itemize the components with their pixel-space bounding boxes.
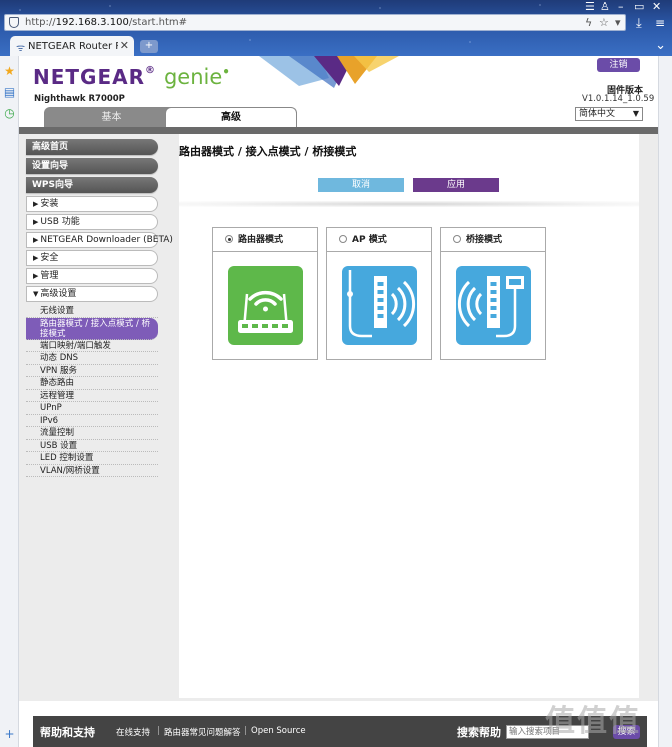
nav-security[interactable]: ▶ 安全 xyxy=(26,250,158,266)
subnav-led-control[interactable]: LED 控制设置 xyxy=(26,452,158,465)
subnav-ipv6[interactable]: IPv6 xyxy=(26,415,158,427)
history-clock-icon[interactable]: ◷ xyxy=(3,107,16,120)
mode-option-ap[interactable]: AP 模式 xyxy=(327,228,431,252)
wifi-icon: ᯤ xyxy=(16,43,26,54)
triangle-right-icon: ▶ xyxy=(33,200,39,208)
minimize-icon[interactable]: – xyxy=(618,0,624,13)
menu-icon[interactable]: ☰ xyxy=(585,0,595,13)
close-tab-icon[interactable]: ✕ xyxy=(120,39,129,52)
search-help-label: 搜索帮助 xyxy=(457,726,501,739)
new-tab-button[interactable]: + xyxy=(140,40,158,53)
main-panel: 路由器模式 / 接入点模式 / 桥接模式 取消 应用 路由器模式 AP 模式 桥… xyxy=(179,134,639,698)
subnav-vlan-bridge[interactable]: VLAN/网桥设置 xyxy=(26,465,158,477)
address-bar[interactable]: http://192.168.3.100/start.htm# ϟ ☆ ▾ xyxy=(4,14,626,31)
subnav-usb-settings[interactable]: USB 设置 xyxy=(26,440,158,452)
radio-button[interactable] xyxy=(339,235,347,243)
browser-menu-icon[interactable]: ≡ xyxy=(655,16,665,30)
shirt-icon[interactable]: ♙ xyxy=(600,0,610,13)
dropdown-icon[interactable]: ▾ xyxy=(615,16,621,29)
browser-tab-active[interactable]: ᯤ NETGEAR Router R7000P ✕ xyxy=(10,36,134,56)
reading-list-icon[interactable]: ▤ xyxy=(3,86,16,99)
radio-button[interactable] xyxy=(453,235,461,243)
add-icon[interactable]: + xyxy=(3,728,16,741)
download-icon[interactable]: ⤓ xyxy=(636,16,642,31)
advanced-setup-submenu: 无线设置 路由器模式 / 接入点模式 / 桥接模式 端口映射/端口触发 动态 D… xyxy=(26,305,158,477)
subnav-wireless-settings[interactable]: 无线设置 xyxy=(26,305,158,318)
nav-wps-wizard[interactable]: WPS向导 xyxy=(26,177,158,193)
subnav-dynamic-dns[interactable]: 动态 DNS xyxy=(26,352,158,365)
close-window-icon[interactable]: ✕ xyxy=(652,0,661,13)
help-support-title: 帮助和支持 xyxy=(40,726,95,739)
left-nav: 高级首页 设置向导 WPS向导 ▶ 安装 ▶ USB 功能 ▶ NETGEAR Dow… xyxy=(26,139,173,477)
subnav-static-routes[interactable]: 静态路由 xyxy=(26,377,158,390)
tab-title: NETGEAR Router R7000P xyxy=(28,41,118,52)
nav-setup-wizard[interactable]: 设置向导 xyxy=(26,158,158,174)
mode-option-router[interactable]: 路由器模式 xyxy=(213,228,317,252)
apply-button[interactable]: 应用 xyxy=(413,178,499,192)
chevron-down-icon: ▼ xyxy=(632,109,639,118)
bridge-mode-icon xyxy=(456,266,531,345)
netgear-genie-logo: NETGEAR® genie• xyxy=(33,65,231,89)
subnav-router-ap-bridge-mode[interactable]: 路由器模式 / 接入点模式 / 桥接模式 xyxy=(26,317,158,340)
triangle-right-icon: ▶ xyxy=(33,236,39,244)
link-online-support[interactable]: 在线支持 xyxy=(116,726,150,738)
header-decoration xyxy=(259,56,399,88)
model-name: Nighthawk R7000P xyxy=(34,94,125,104)
shield-icon xyxy=(9,17,19,28)
scrollbar[interactable] xyxy=(658,56,672,747)
star-icon[interactable]: ☆ xyxy=(599,16,609,29)
favorites-star-icon[interactable]: ★ xyxy=(3,65,16,78)
triangle-right-icon: ▶ xyxy=(33,218,39,226)
nav-usb-functions[interactable]: ▶ USB 功能 xyxy=(26,214,158,230)
url-text: http://192.168.3.100/start.htm# xyxy=(25,17,188,28)
page-header: NETGEAR® genie• Nighthawk R7000P 注销 固件版本… xyxy=(19,56,658,134)
subnav-upnp[interactable]: UPnP xyxy=(26,402,158,415)
link-open-source[interactable]: Open Source xyxy=(251,726,306,736)
triangle-down-icon: ▼ xyxy=(33,290,39,298)
nav-administration[interactable]: ▶ 管理 xyxy=(26,268,158,284)
logout-button[interactable]: 注销 xyxy=(597,58,640,72)
mode-card-router[interactable]: 路由器模式 xyxy=(212,227,318,360)
subnav-traffic-control[interactable]: 流量控制 xyxy=(26,427,158,440)
router-page: NETGEAR® genie• Nighthawk R7000P 注销 固件版本… xyxy=(19,56,658,747)
triangle-right-icon: ▶ xyxy=(33,254,39,262)
watermark: 值值值 xyxy=(545,704,641,739)
mode-option-bridge[interactable]: 桥接模式 xyxy=(441,228,545,252)
link-router-faq[interactable]: 路由器常见问题解答 xyxy=(164,726,241,738)
subnav-vpn-service[interactable]: VPN 服务 xyxy=(26,365,158,377)
chevron-down-icon[interactable]: ⌄ xyxy=(655,38,666,53)
ap-mode-icon xyxy=(342,266,417,345)
cancel-button[interactable]: 取消 xyxy=(318,178,404,192)
tab-basic[interactable]: 基本 xyxy=(44,107,179,127)
subnav-port-forwarding[interactable]: 端口映射/端口触发 xyxy=(26,340,158,352)
nav-advanced-setup[interactable]: ▼ 高级设置 xyxy=(26,286,158,302)
nav-setup[interactable]: ▶ 安装 xyxy=(26,196,158,212)
maximize-icon[interactable]: ▭ xyxy=(634,0,644,13)
browser-sidebar: ★ ▤ ◷ + xyxy=(0,56,19,747)
nav-netgear-downloader[interactable]: ▶ NETGEAR Downloader (BETA) xyxy=(26,232,173,248)
nav-advanced-home[interactable]: 高级首页 xyxy=(26,139,158,155)
firmware-version: V1.0.1.14_1.0.59 xyxy=(582,94,655,104)
triangle-right-icon: ▶ xyxy=(33,272,39,280)
language-select[interactable]: 简体中文 ▼ xyxy=(575,107,643,121)
mode-card-ap[interactable]: AP 模式 xyxy=(326,227,432,360)
page-title: 路由器模式 / 接入点模式 / 桥接模式 xyxy=(179,145,357,158)
subnav-remote-management[interactable]: 远程管理 xyxy=(26,390,158,402)
router-mode-icon xyxy=(228,266,303,345)
radio-button[interactable] xyxy=(225,235,233,243)
lightning-icon[interactable]: ϟ xyxy=(585,16,592,29)
tab-advanced[interactable]: 高级 xyxy=(165,107,297,127)
mode-card-bridge[interactable]: 桥接模式 xyxy=(440,227,546,360)
browser-chrome: http://192.168.3.100/start.htm# ϟ ☆ ▾ ☰ … xyxy=(0,0,672,56)
